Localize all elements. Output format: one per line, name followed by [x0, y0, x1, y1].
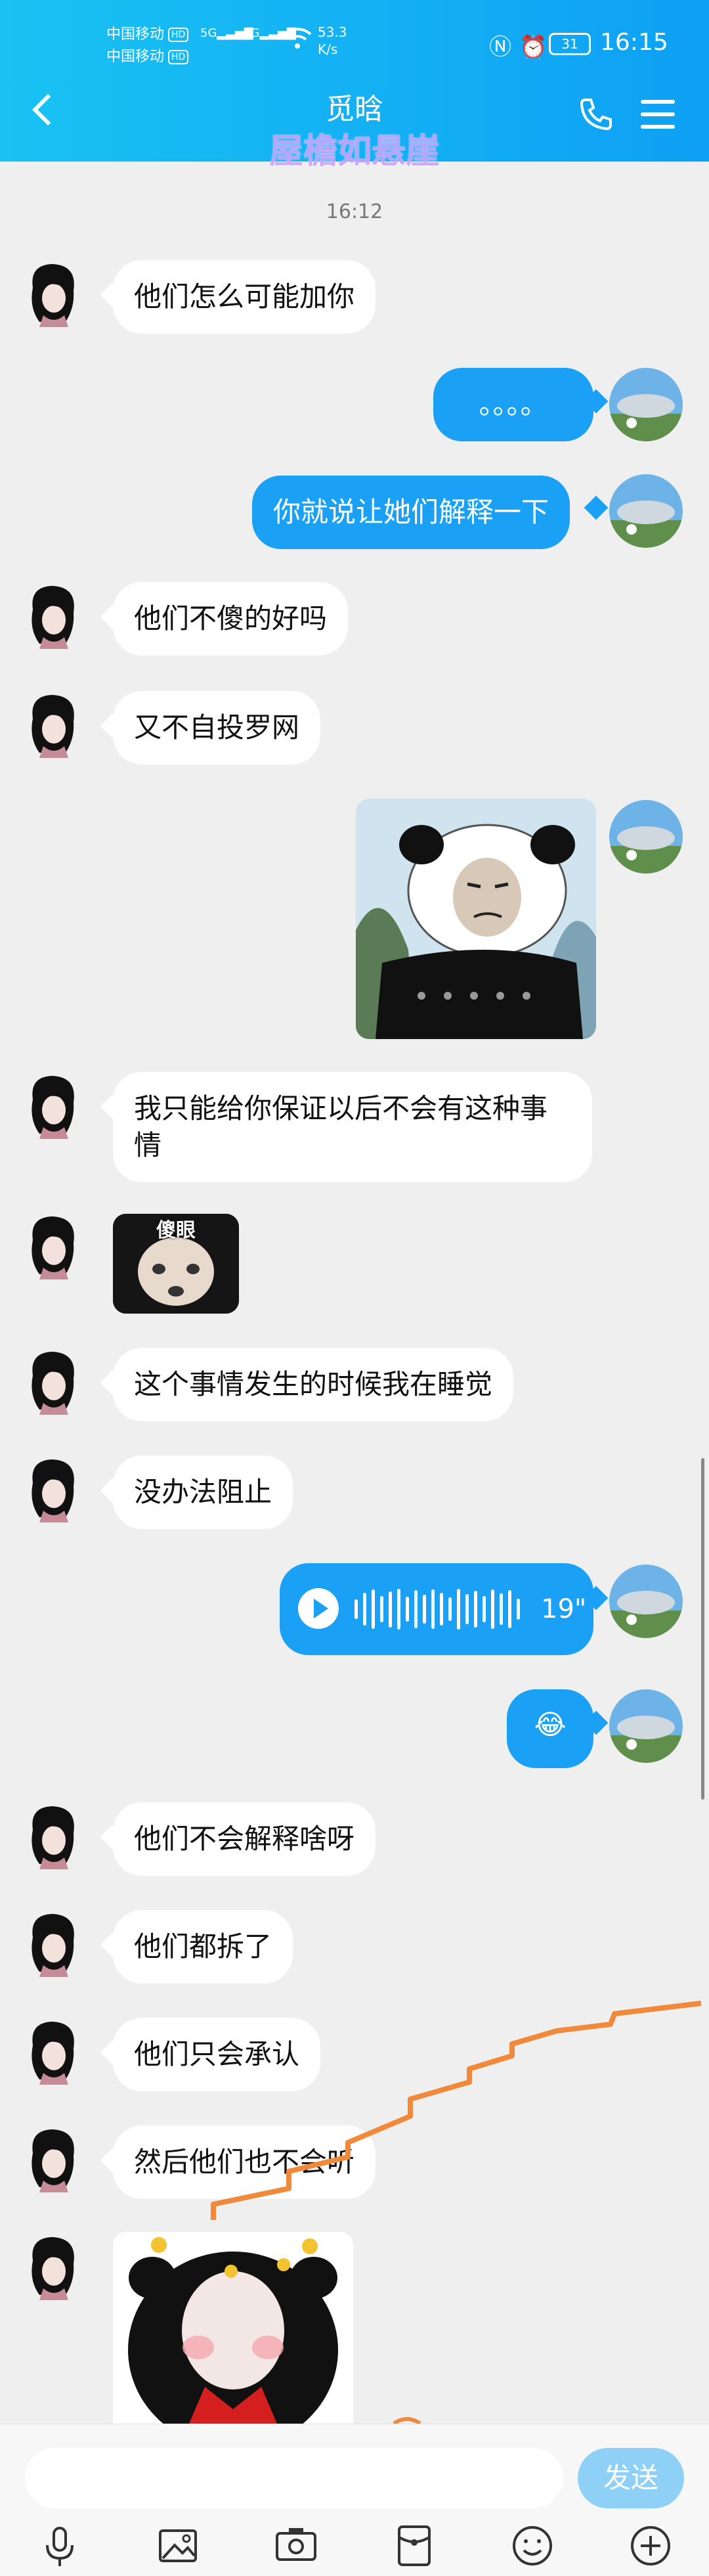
microphone-icon[interactable]: [37, 2523, 83, 2569]
message-input[interactable]: [25, 2448, 563, 2508]
camera-icon[interactable]: [273, 2523, 319, 2569]
red-packet-icon[interactable]: [391, 2523, 437, 2569]
plus-icon[interactable]: [628, 2523, 674, 2569]
emoji-icon[interactable]: [509, 2523, 555, 2569]
send-button[interactable]: 发送: [578, 2448, 684, 2508]
orange-annotation-line: [211, 2001, 702, 2426]
composer-bar: 发送: [0, 2424, 709, 2576]
image-icon[interactable]: [155, 2523, 201, 2569]
scrollbar[interactable]: [701, 1458, 704, 1800]
